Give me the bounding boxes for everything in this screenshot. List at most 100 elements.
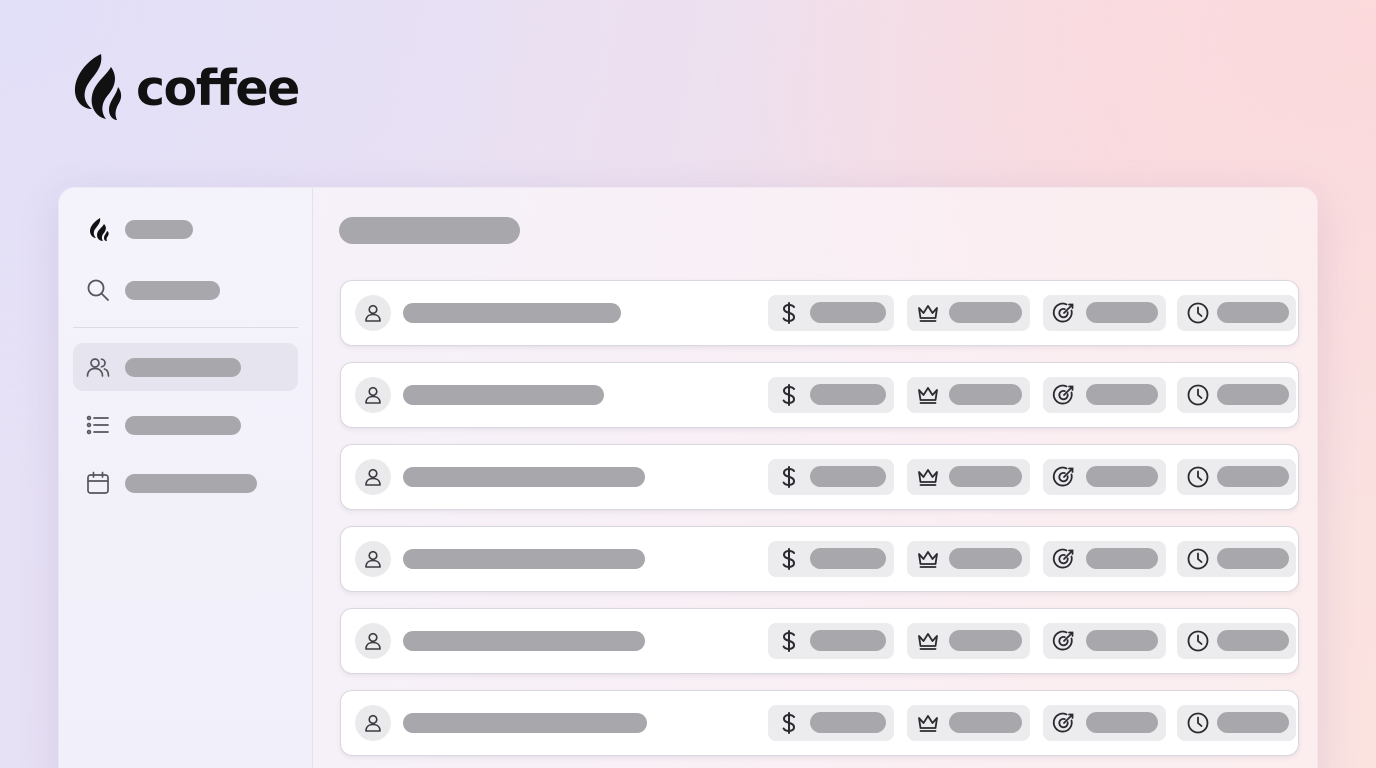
amount-stat — [768, 295, 894, 331]
stat-value — [1217, 712, 1289, 733]
crown-icon — [916, 547, 940, 571]
crown-icon — [916, 383, 940, 407]
rank-stat — [907, 623, 1030, 659]
sidebar-item-list[interactable] — [73, 401, 298, 449]
list-item[interactable] — [340, 280, 1299, 346]
user-icon — [362, 630, 384, 652]
dollar-icon — [777, 711, 801, 735]
crown-icon — [916, 465, 940, 489]
time-stat — [1177, 295, 1296, 331]
crown-icon — [916, 629, 940, 653]
avatar — [355, 623, 391, 659]
sidebar-divider — [73, 327, 298, 328]
stat-value — [949, 548, 1022, 569]
sidebar-item-label — [125, 473, 257, 493]
main-content — [313, 188, 1317, 768]
target-icon — [1052, 465, 1076, 489]
stat-value — [1086, 384, 1158, 405]
goal-stat — [1043, 295, 1166, 331]
crown-icon — [916, 711, 940, 735]
rank-stat — [907, 705, 1030, 741]
time-stat — [1177, 541, 1296, 577]
brand-name: coffee — [136, 59, 300, 117]
member-name — [403, 631, 645, 651]
stat-value — [1086, 302, 1158, 323]
time-stat — [1177, 377, 1296, 413]
goal-stat — [1043, 705, 1166, 741]
sidebar-item-users[interactable] — [73, 343, 298, 391]
stat-value — [949, 630, 1022, 651]
sidebar-item-label — [125, 415, 241, 435]
stat-value — [1086, 466, 1158, 487]
page-title — [339, 217, 520, 244]
stat-value — [1217, 548, 1289, 569]
search-icon — [85, 277, 111, 303]
user-icon — [362, 466, 384, 488]
dollar-icon — [777, 301, 801, 325]
users-icon — [85, 354, 111, 380]
list-item[interactable] — [340, 608, 1299, 674]
stat-value — [1086, 548, 1158, 569]
stat-value — [1086, 712, 1158, 733]
amount-stat — [768, 705, 894, 741]
rank-stat — [907, 377, 1030, 413]
amount-stat — [768, 459, 894, 495]
list-icon — [85, 412, 111, 438]
rank-stat — [907, 459, 1030, 495]
stat-value — [810, 466, 886, 487]
user-icon — [362, 384, 384, 406]
sidebar-item-label — [125, 219, 193, 239]
dollar-icon — [777, 629, 801, 653]
stat-value — [1217, 630, 1289, 651]
stat-value — [949, 384, 1022, 405]
stat-value — [949, 466, 1022, 487]
avatar — [355, 541, 391, 577]
list-item[interactable] — [340, 526, 1299, 592]
rank-stat — [907, 541, 1030, 577]
clock-icon — [1186, 383, 1210, 407]
sidebar-item-calendar[interactable] — [73, 459, 298, 507]
sidebar-item-search[interactable] — [73, 266, 298, 314]
rank-stat — [907, 295, 1030, 331]
stat-value — [1217, 302, 1289, 323]
list-item[interactable] — [340, 690, 1299, 756]
clock-icon — [1186, 711, 1210, 735]
stat-value — [810, 630, 886, 651]
dollar-icon — [777, 383, 801, 407]
amount-stat — [768, 541, 894, 577]
stat-value — [1217, 384, 1289, 405]
member-name — [403, 467, 645, 487]
stat-value — [810, 384, 886, 405]
time-stat — [1177, 459, 1296, 495]
list-item[interactable] — [340, 362, 1299, 428]
goal-stat — [1043, 459, 1166, 495]
user-icon — [362, 712, 384, 734]
user-icon — [362, 302, 384, 324]
dollar-icon — [777, 465, 801, 489]
flame-logo-icon — [74, 54, 122, 120]
stat-value — [949, 712, 1022, 733]
sidebar-item-home[interactable] — [73, 205, 298, 253]
time-stat — [1177, 705, 1296, 741]
avatar — [355, 705, 391, 741]
target-icon — [1052, 547, 1076, 571]
stat-value — [1217, 466, 1289, 487]
stat-value — [949, 302, 1022, 323]
crown-icon — [916, 301, 940, 325]
member-name — [403, 303, 621, 323]
list-item[interactable] — [340, 444, 1299, 510]
clock-icon — [1186, 465, 1210, 489]
stat-value — [810, 302, 886, 323]
calendar-icon — [85, 470, 111, 496]
member-name — [403, 549, 645, 569]
avatar — [355, 459, 391, 495]
amount-stat — [768, 377, 894, 413]
user-icon — [362, 548, 384, 570]
target-icon — [1052, 383, 1076, 407]
amount-stat — [768, 623, 894, 659]
dollar-icon — [777, 547, 801, 571]
member-name — [403, 385, 604, 405]
app-window — [59, 188, 1317, 768]
stat-value — [810, 548, 886, 569]
target-icon — [1052, 301, 1076, 325]
